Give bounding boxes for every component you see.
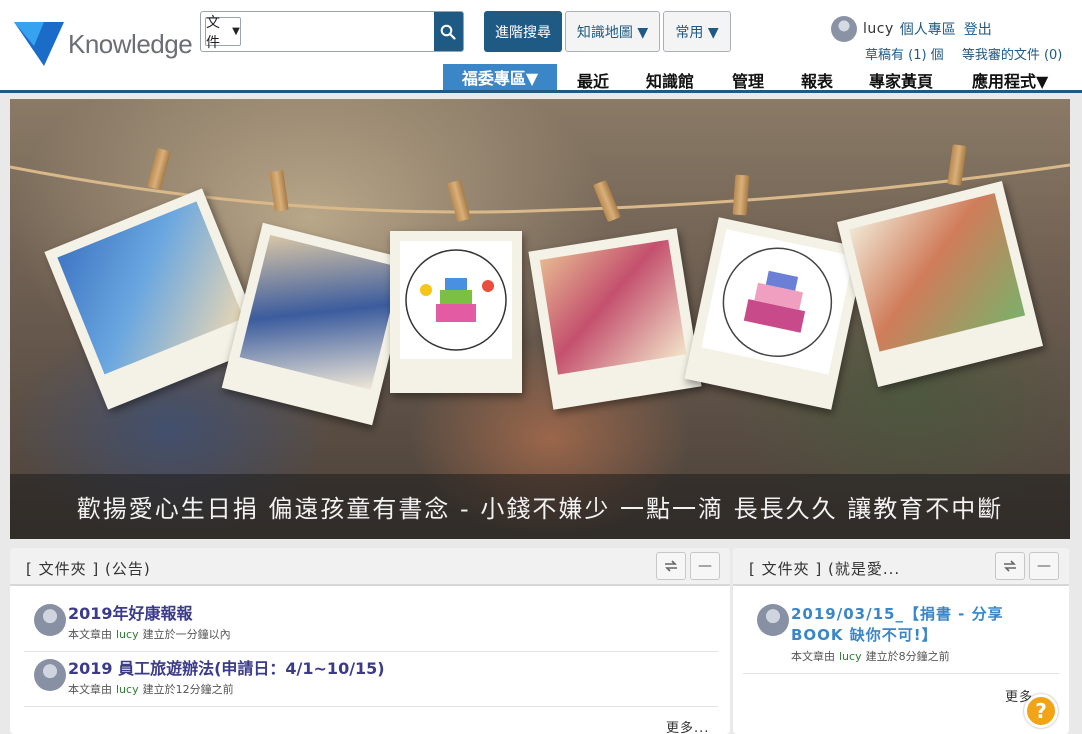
logout-link[interactable]: 登出 [964,19,992,39]
common-dropdown[interactable]: 常用 ▼ [663,11,731,52]
nav-item-experts[interactable]: 專家黃頁 [869,68,933,92]
photo-2 [221,222,414,426]
divider [24,651,718,652]
banner-caption: 歡揚愛心生日捐 偏遠孩童有書念 - 小錢不嫌少 一點一滴 長長久久 讓教育不中斷 [76,495,1004,523]
user-bar: lucy 個人專區 登出 [831,16,1000,42]
author-link[interactable]: lucy [839,650,862,663]
banner-caption-bar: 歡揚愛心生日捐 偏遠孩童有書念 - 小錢不嫌少 一點一滴 長長久久 讓教育不中斷 [10,474,1070,539]
help-icon: ? [1035,699,1047,723]
birthday-cake-drawing [405,249,507,351]
panel-header: [ 文件夾 ] (公告) — [10,548,730,586]
search-box: 文件 ▼ [200,11,464,52]
search-type-select[interactable]: 文件 ▼ [205,15,241,51]
item-meta: 本文章由 lucy 建立於12分鐘之前 [68,681,385,697]
photo-5 [684,217,866,410]
logo-mark-icon [14,22,64,66]
nav-item-reports[interactable]: 報表 [801,68,833,92]
refresh-button[interactable] [995,552,1025,580]
banner[interactable]: 歡揚愛心生日捐 偏遠孩童有書念 - 小錢不嫌少 一點一滴 長長久久 讓教育不中斷 [10,99,1070,539]
list-item[interactable]: 2019年好康報報 本文章由 lucy 建立於一分鐘以內 [34,604,231,642]
minimize-button[interactable]: — [1029,552,1059,580]
minimize-icon: — [698,558,712,574]
search-input[interactable] [240,12,434,51]
user-name: lucy [863,21,894,37]
help-button[interactable]: ? [1024,694,1058,728]
avatar [34,604,66,636]
nav-item-welfare[interactable]: 福委專區▼ [443,64,557,90]
user-status: 草稿有 (1) 個 等我審的文件 (0) [865,44,1076,63]
divider [24,706,718,707]
refresh-icon [1004,560,1016,572]
panel-title[interactable]: [ 文件夾 ] (公告) [26,558,151,579]
minimize-icon: — [1037,558,1051,574]
meta-prefix: 本文章由 [68,628,112,641]
meta-time: 建立於8分鐘之前 [865,650,950,663]
brand-name: Knowledge [68,28,193,59]
list-item[interactable]: 2019 員工旅遊辦法(申請日：4/1~10/15) 本文章由 lucy 建立於12… [34,659,385,697]
item-meta: 本文章由 lucy 建立於一分鐘以內 [68,626,231,642]
meta-prefix: 本文章由 [791,650,835,663]
nav-item-manage[interactable]: 管理 [732,68,764,92]
search-icon [441,24,457,40]
more-link[interactable]: 更多... [666,717,709,734]
minimize-button[interactable]: — [690,552,720,580]
refresh-button[interactable] [656,552,686,580]
item-title[interactable]: 2019年好康報報 [68,604,231,624]
nav-item-recent[interactable]: 最近 [577,68,609,92]
announcements-panel: [ 文件夾 ] (公告) — 2019年好康報報 本文章由 lucy 建立於一分鐘以… [10,548,730,734]
pending-review-link[interactable]: 等我審的文件 (0) [962,48,1063,63]
avatar [34,659,66,691]
knowledge-map-dropdown[interactable]: 知識地圖 ▼ [565,11,660,52]
photo-4 [528,228,702,410]
header: Knowledge 文件 ▼ 進階搜尋 知識地圖 ▼ 常用 ▼ lucy 個人專區… [0,0,1082,93]
cake-drawing [722,247,833,357]
avatar[interactable] [831,16,857,42]
meta-time: 建立於一分鐘以內 [142,628,231,641]
meta-prefix: 本文章由 [68,683,112,696]
logo[interactable]: Knowledge [14,22,193,66]
clothespin-icon [732,174,750,216]
meta-time: 建立於12分鐘之前 [142,683,234,696]
author-link[interactable]: lucy [116,683,139,696]
main-nav: 福委專區▼ 最近 知識館 管理 報表 專家黃頁 應用程式▼ [0,64,1082,93]
item-title[interactable]: 2019/03/15_【捐書 - 分享BOOK 缺你不可!】 [791,604,1041,646]
search-button[interactable] [433,12,463,51]
caret-down-icon: ▼ [232,26,240,37]
item-meta: 本文章由 lucy 建立於8分鐘之前 [791,648,1041,664]
list-item[interactable]: 2019/03/15_【捐書 - 分享BOOK 缺你不可!】 本文章由 lucy 建… [757,604,1041,664]
refresh-icon [665,560,677,572]
drafts-link[interactable]: 草稿有 (1) 個 [865,48,944,63]
photo-3 [390,231,522,393]
panel-title[interactable]: [ 文件夾 ] (就是愛... [749,558,900,579]
item-title[interactable]: 2019 員工旅遊辦法(申請日：4/1~10/15) [68,659,385,679]
panel-header: [ 文件夾 ] (就是愛... — [733,548,1069,586]
divider [743,673,1059,674]
author-link[interactable]: lucy [116,628,139,641]
nav-item-apps[interactable]: 應用程式▼ [972,68,1048,92]
personal-area-link[interactable]: 個人專區 [900,19,956,39]
search-type-label: 文件 [206,14,220,51]
avatar [757,604,789,636]
advanced-search-button[interactable]: 進階搜尋 [484,11,562,52]
nav-item-library[interactable]: 知識館 [646,68,694,92]
folder-panel: [ 文件夾 ] (就是愛... — 2019/03/15_【捐書 - 分享BOO… [733,548,1069,734]
